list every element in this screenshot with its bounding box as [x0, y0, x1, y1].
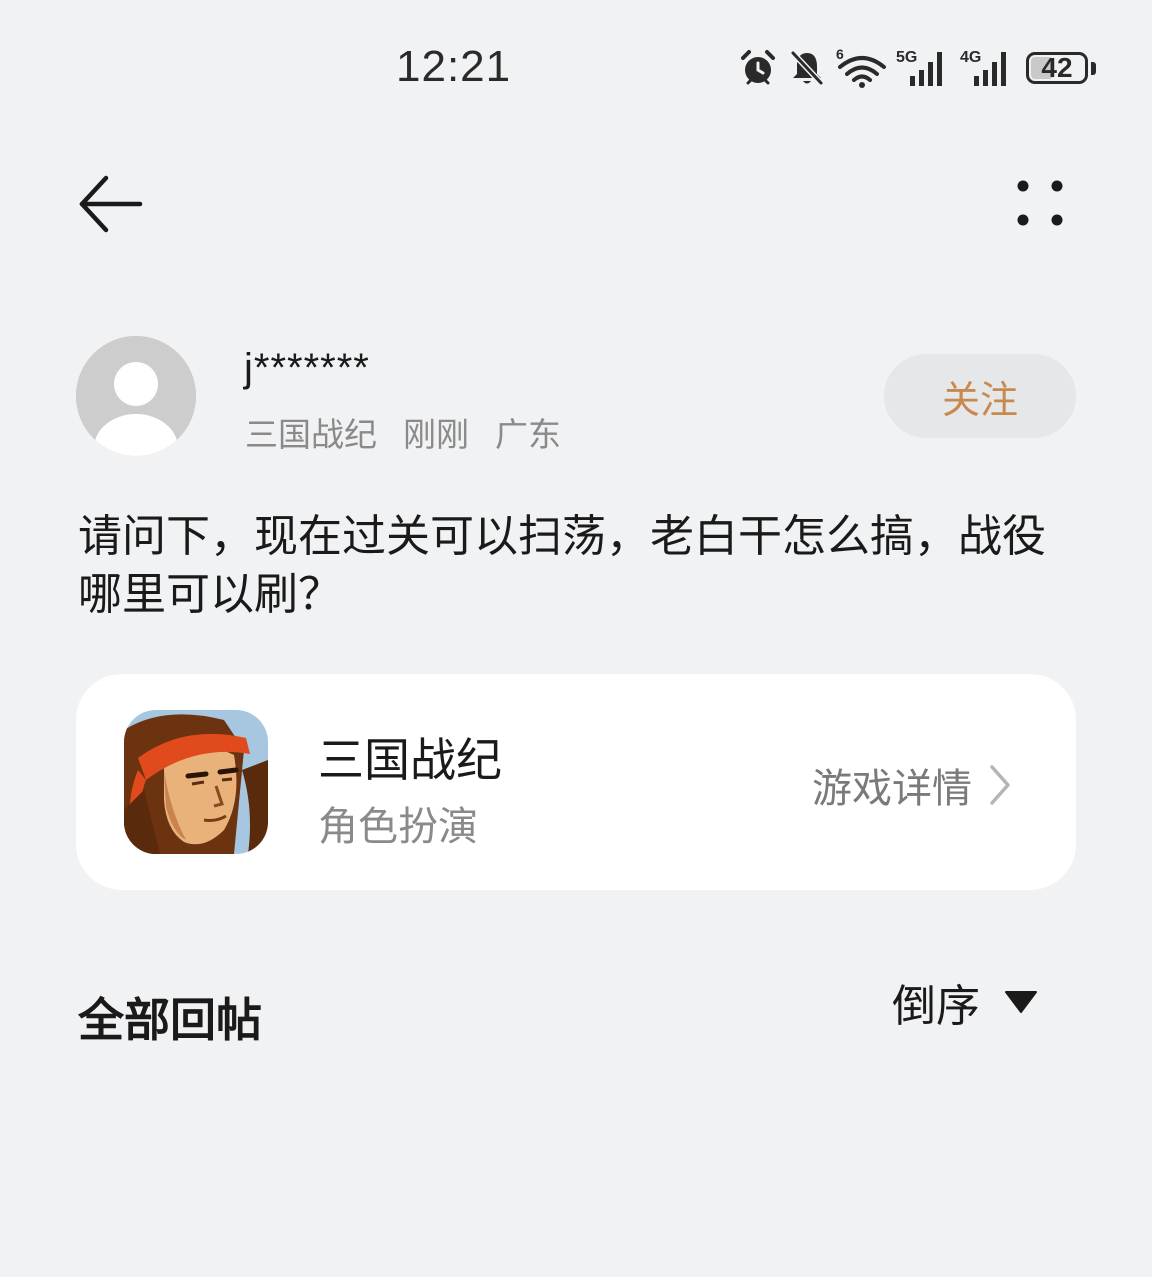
status-bar: 12:21 6 5G 4G 42 [0, 0, 1152, 140]
post-time: 刚刚 [403, 415, 469, 454]
default-user-icon [76, 336, 196, 456]
battery-nub [1091, 61, 1096, 75]
replies-title: 全部回帖 [78, 993, 262, 1047]
warrior-portrait-icon [124, 710, 268, 854]
triangle-down-icon [1005, 991, 1037, 1013]
game-app-icon [124, 710, 268, 854]
follow-button[interactable]: 关注 [884, 354, 1076, 438]
wifi-label: 6 [836, 47, 844, 62]
author-name[interactable]: j******* [244, 346, 370, 391]
post-content: 请问下，现在过关可以扫荡，老白干怎么搞，战役哪里可以刷？ [78, 511, 1046, 620]
sim2-label: 4G [960, 49, 981, 66]
four-dots-icon [1017, 180, 1063, 226]
sim1-label: 5G [896, 49, 917, 66]
game-genre: 角色扮演 [318, 804, 478, 850]
chevron-right-icon [990, 765, 1010, 805]
signal-4g-icon: 4G [960, 49, 1006, 86]
arrow-left-icon [79, 175, 143, 233]
game-detail-link[interactable]: 游戏详情 [812, 756, 1012, 814]
back-button[interactable] [70, 170, 150, 240]
status-time: 12:21 [396, 42, 512, 91]
author-meta: 三国战纪 刚刚 广东 [245, 408, 587, 456]
author-game: 三国战纪 [245, 415, 377, 454]
wifi-icon: 6 [836, 47, 886, 88]
battery-icon: 42 [1026, 52, 1088, 84]
game-card[interactable]: 三国战纪 角色扮演 游戏详情 [76, 674, 1076, 890]
game-name: 三国战纪 [318, 733, 502, 787]
signal-5g-icon: 5G [896, 49, 942, 86]
more-options-button[interactable] [1005, 170, 1075, 240]
avatar[interactable] [76, 336, 196, 456]
battery-level: 42 [1041, 52, 1073, 83]
alarm-icon [741, 50, 775, 85]
sort-order-label: 倒序 [892, 981, 980, 1032]
sort-order-button[interactable]: 倒序 [892, 970, 1038, 1034]
status-icons: 6 5G 4G 42 [738, 44, 1096, 92]
author-location: 广东 [495, 415, 561, 454]
game-detail-label: 游戏详情 [812, 766, 972, 812]
bell-off-icon [790, 50, 824, 86]
